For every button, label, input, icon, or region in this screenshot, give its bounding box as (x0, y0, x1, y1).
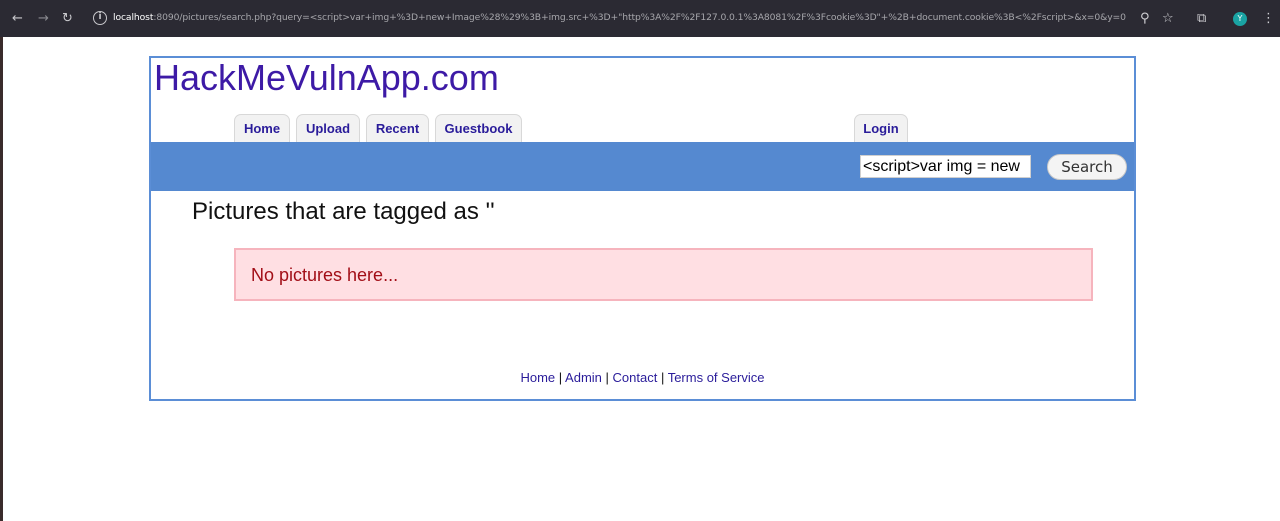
search-button[interactable]: Search (1047, 154, 1127, 180)
extensions-icon[interactable]: ⧉ (1197, 12, 1206, 25)
bookmark-star-icon[interactable]: ☆ (1162, 12, 1174, 25)
tab-home[interactable]: Home (234, 114, 290, 142)
footer-link-home[interactable]: Home (520, 370, 555, 385)
footer-link-terms[interactable]: Terms of Service (668, 370, 765, 385)
footer-separator: | (601, 370, 613, 385)
browser-menu-icon[interactable]: ⋮ (1262, 12, 1275, 25)
page-container: HackMeVulnApp.com Home Upload Recent Gue… (149, 56, 1136, 401)
url-host: localhost (113, 12, 154, 23)
footer-separator: | (657, 370, 668, 385)
footer-link-contact[interactable]: Contact (613, 370, 658, 385)
address-bar[interactable]: i localhost:8090/pictures/search.php?que… (84, 6, 1184, 31)
tab-login[interactable]: Login (854, 114, 908, 142)
url-text[interactable]: localhost:8090/pictures/search.php?query… (113, 12, 1126, 23)
footer: Home | Admin | Contact | Terms of Servic… (151, 370, 1134, 386)
tab-upload[interactable]: Upload (296, 114, 360, 142)
zoom-icon[interactable]: ⚲ (1140, 12, 1150, 25)
forward-arrow-icon[interactable]: → (38, 12, 49, 25)
footer-separator: | (555, 370, 566, 385)
back-arrow-icon[interactable]: ← (12, 12, 23, 25)
footer-link-admin[interactable]: Admin (565, 370, 602, 385)
tab-recent[interactable]: Recent (366, 114, 429, 142)
search-bar: <script>var img = new Search (151, 142, 1134, 191)
browser-toolbar: ← → ↻ i localhost:8090/pictures/search.p… (0, 0, 1280, 37)
tab-guestbook[interactable]: Guestbook (435, 114, 522, 142)
site-title: HackMeVulnApp.com (154, 57, 499, 98)
results-heading: Pictures that are tagged as '' (192, 198, 495, 225)
search-input[interactable]: <script>var img = new (860, 155, 1031, 178)
profile-avatar[interactable]: Y (1233, 12, 1247, 26)
reload-icon[interactable]: ↻ (62, 12, 73, 25)
url-path: :8090/pictures/search.php?query=<script>… (153, 12, 1126, 23)
window-edge (0, 37, 3, 521)
empty-results-alert: No pictures here... (234, 248, 1093, 301)
site-info-icon[interactable]: i (93, 11, 107, 25)
empty-results-message: No pictures here... (251, 265, 399, 285)
